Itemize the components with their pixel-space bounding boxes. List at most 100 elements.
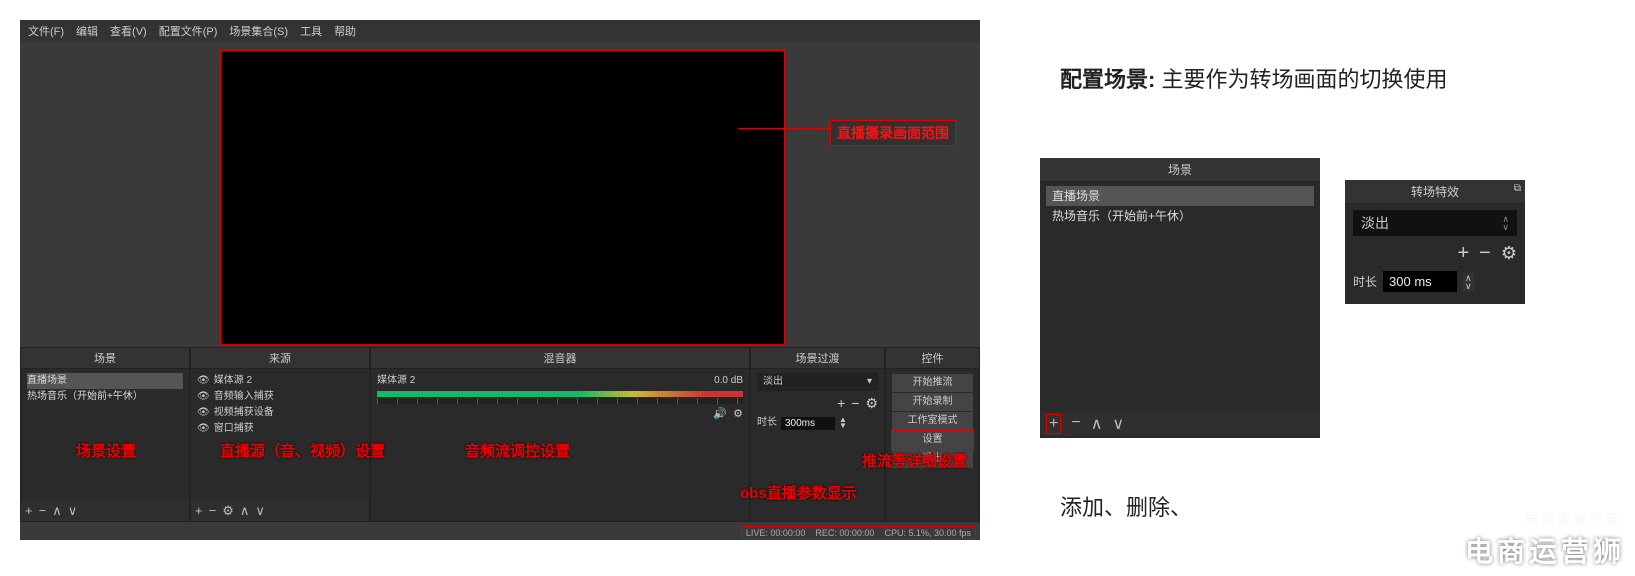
mixer-track-label: 媒体源 2 xyxy=(377,373,415,389)
duration-stepper[interactable]: ▲▼ xyxy=(839,417,847,429)
move-scene-down[interactable]: ∨ xyxy=(68,503,78,519)
transition-select[interactable]: 淡出 xyxy=(757,373,878,391)
transition-selected-label: 淡出 xyxy=(1361,213,1389,233)
scene-item[interactable]: 热场音乐（开始前+午休） xyxy=(1046,206,1314,226)
right-heading: 配置场景: 主要作为转场画面的切换使用 xyxy=(1060,62,1447,94)
watermark-sub: 电商卖家助手 xyxy=(1525,510,1621,530)
popout-icon[interactable]: ⧉ xyxy=(1514,183,1521,194)
add-source-button[interactable]: + xyxy=(195,503,203,519)
mixer-panel-title: 混音器 xyxy=(371,348,749,369)
move-scene-up[interactable]: ∧ xyxy=(1091,414,1103,434)
right-footnote: 添加、删除、 xyxy=(1060,490,1192,522)
source-label: 媒体源 2 xyxy=(214,373,252,389)
right-scenes-list[interactable]: 直播场景 热场音乐（开始前+午休） xyxy=(1040,182,1320,412)
remove-source-button[interactable]: − xyxy=(209,503,217,519)
right-scenes-title: 场景 xyxy=(1040,158,1320,182)
transitions-panel-title: 场景过渡 xyxy=(751,348,884,369)
menu-help[interactable]: 帮助 xyxy=(334,23,356,39)
menu-profile[interactable]: 配置文件(P) xyxy=(159,23,218,39)
watermark: 电商运营狮 xyxy=(1465,530,1625,570)
source-item[interactable]: 👁视频捕获设备 xyxy=(197,405,363,421)
move-scene-down[interactable]: ∨ xyxy=(1112,414,1124,434)
source-item[interactable]: 👁窗口捕获 xyxy=(197,421,363,437)
annotation-line xyxy=(738,128,830,129)
annotation-controls: 推流等详细设置 xyxy=(862,450,967,471)
annotation-status: obs直播参数显示 xyxy=(740,482,857,503)
transition-select[interactable]: 淡出 ∧∨ xyxy=(1353,210,1517,236)
transition-duration-label: 时长 xyxy=(1353,273,1377,290)
eye-icon[interactable]: 👁 xyxy=(197,405,210,421)
annotation-preview-range: 直播摄录画面范围 xyxy=(830,120,956,146)
settings-button[interactable]: 设置 xyxy=(892,431,973,449)
scenes-toolbar: + − ∧ ∨ xyxy=(21,501,189,521)
controls-panel-title: 控件 xyxy=(886,348,979,369)
transition-settings-button[interactable] xyxy=(865,395,878,411)
mixer-panel: 混音器 媒体源 2 0.0 dB 🔊 xyxy=(370,347,750,522)
sources-panel-title: 来源 xyxy=(191,348,369,369)
sources-list[interactable]: 👁媒体源 2 👁音频输入捕获 👁视频捕获设备 👁窗口捕获 xyxy=(191,369,369,501)
sources-toolbar: + − ∧ ∨ xyxy=(191,501,369,521)
scene-item[interactable]: 直播场景 xyxy=(27,373,183,389)
source-label: 视频捕获设备 xyxy=(214,405,274,421)
eye-icon[interactable]: 👁 xyxy=(197,421,210,437)
duration-stepper[interactable]: ∧∨ xyxy=(1463,273,1474,291)
transition-duration-input[interactable] xyxy=(781,417,835,430)
annotation-mixer: 音频流调控设置 xyxy=(465,440,570,461)
source-item[interactable]: 👁音频输入捕获 xyxy=(197,389,363,405)
audio-meter xyxy=(377,391,743,397)
add-scene-button[interactable]: + xyxy=(1046,414,1061,434)
add-transition-button[interactable]: + xyxy=(1457,242,1469,265)
right-heading-bold: 配置场景: xyxy=(1060,67,1155,92)
scenes-panel-title: 场景 xyxy=(21,348,189,369)
eye-icon[interactable]: 👁 xyxy=(197,389,210,405)
transition-duration-input[interactable] xyxy=(1383,271,1457,292)
transition-settings-button[interactable] xyxy=(1501,243,1517,264)
right-scenes-toolbar: + − ∧ ∨ xyxy=(1040,412,1320,436)
add-scene-button[interactable]: + xyxy=(25,503,33,519)
audio-slider[interactable] xyxy=(377,398,743,404)
source-label: 音频输入捕获 xyxy=(214,389,274,405)
menu-edit[interactable]: 编辑 xyxy=(76,23,98,39)
right-scenes-panel: 场景 直播场景 热场音乐（开始前+午休） + − ∧ ∨ xyxy=(1040,158,1320,438)
right-transitions-title-label: 转场特效 xyxy=(1411,183,1459,200)
menu-tools[interactable]: 工具 xyxy=(300,23,322,39)
remove-scene-button[interactable]: − xyxy=(1071,414,1080,434)
remove-scene-button[interactable]: − xyxy=(39,503,47,519)
mixer-settings-button[interactable] xyxy=(733,406,743,422)
scenes-list[interactable]: 直播场景 热场音乐（开始前+午休） xyxy=(21,369,189,501)
mixer-level-readout: 0.0 dB xyxy=(714,373,743,389)
menu-scenes[interactable]: 场景集合(S) xyxy=(229,23,288,39)
move-source-down[interactable]: ∨ xyxy=(255,503,265,519)
menu-bar: 文件(F) 编辑 查看(V) 配置文件(P) 场景集合(S) 工具 帮助 xyxy=(20,20,980,42)
eye-icon[interactable]: 👁 xyxy=(197,373,210,389)
right-heading-rest: 主要作为转场画面的切换使用 xyxy=(1155,67,1447,92)
menu-file[interactable]: 文件(F) xyxy=(28,23,64,39)
preview-canvas[interactable] xyxy=(220,50,785,345)
source-settings-button[interactable] xyxy=(222,503,234,519)
remove-transition-button[interactable]: − xyxy=(1479,242,1491,265)
scene-item[interactable]: 热场音乐（开始前+午休） xyxy=(27,389,183,405)
select-stepper[interactable]: ∧∨ xyxy=(1502,215,1509,231)
obs-app-window: 文件(F) 编辑 查看(V) 配置文件(P) 场景集合(S) 工具 帮助 场景 … xyxy=(20,20,980,540)
speaker-icon[interactable]: 🔊 xyxy=(713,406,727,422)
annotation-scenes: 场景设置 xyxy=(76,440,136,461)
controls-panel: 控件 开始推流 开始录制 工作室模式 设置 退出 xyxy=(885,347,980,522)
add-transition-button[interactable]: + xyxy=(837,395,845,411)
source-label: 窗口捕获 xyxy=(214,421,254,437)
status-cpu: CPU: 5.1%, 30.00 fps xyxy=(884,528,971,538)
remove-transition-button[interactable]: − xyxy=(851,395,859,411)
studio-mode-button[interactable]: 工作室模式 xyxy=(892,412,973,430)
move-source-up[interactable]: ∧ xyxy=(240,503,250,519)
status-bar: LIVE: 00:00:00 REC: 00:00:00 CPU: 5.1%, … xyxy=(741,526,976,540)
sources-panel: 来源 👁媒体源 2 👁音频输入捕获 👁视频捕获设备 👁窗口捕获 + − ∧ ∨ xyxy=(190,347,370,522)
status-rec: REC: 00:00:00 xyxy=(815,528,874,538)
scene-item[interactable]: 直播场景 xyxy=(1046,186,1314,206)
annotation-sources: 直播源（音、视频）设置 xyxy=(220,440,385,461)
preview-area xyxy=(20,42,980,347)
start-streaming-button[interactable]: 开始推流 xyxy=(892,374,973,392)
menu-view[interactable]: 查看(V) xyxy=(110,23,147,39)
start-recording-button[interactable]: 开始录制 xyxy=(892,393,973,411)
controls-body: 开始推流 开始录制 工作室模式 设置 退出 xyxy=(886,369,979,521)
source-item[interactable]: 👁媒体源 2 xyxy=(197,373,363,389)
move-scene-up[interactable]: ∧ xyxy=(52,503,62,519)
